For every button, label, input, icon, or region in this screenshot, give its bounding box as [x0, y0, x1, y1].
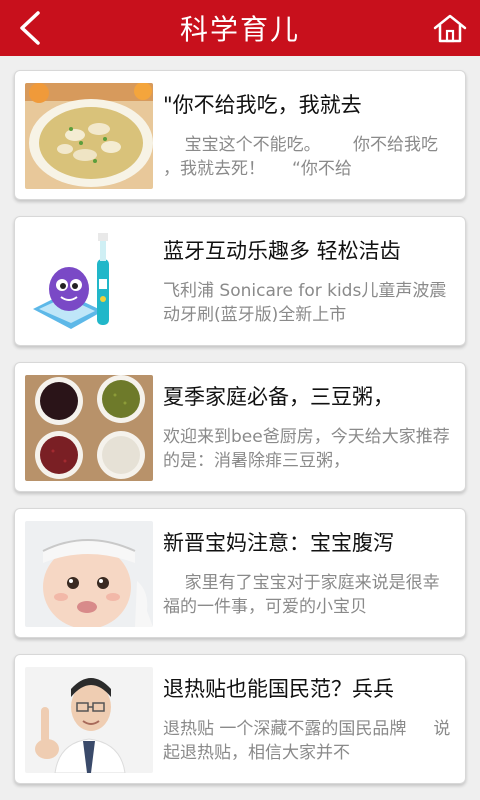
article-summary: 飞利浦 Sonicare for kids儿童声波震动牙刷(蓝牙版)全新上市 — [163, 281, 447, 325]
article-card[interactable]: 蓝牙互动乐趣多 轻松洁齿 飞利浦 Sonicare for kids儿童声波震动… — [14, 216, 466, 346]
article-title: 退热贴也能国民范？兵兵 — [163, 677, 394, 701]
article-summary: 家里有了宝宝对于家庭来说是很幸福的一件事，可爱的小宝贝 — [163, 573, 440, 617]
doctor-image — [25, 667, 153, 773]
article-title: 新晋宝妈注意：宝宝腹泻 — [163, 531, 394, 555]
back-arrow-icon — [20, 11, 40, 45]
article-card[interactable]: 退热贴也能国民范？兵兵 退热贴 一个深藏不露的国民品牌 说起退热贴，相信大家并不 — [14, 654, 466, 784]
page-title: 科学育儿 — [179, 13, 300, 46]
dumpling-soup-image — [25, 83, 153, 189]
article-summary: 宝宝这个不能吃。 你不给我吃 ，我就去死！ “你不给 — [163, 135, 444, 179]
home-button[interactable] — [428, 6, 472, 50]
kids-toothbrush-image — [25, 229, 153, 335]
article-card[interactable]: 夏季家庭必备，三豆粥， 欢迎来到bee爸厨房，今天给大家推荐的是：消暑除痱三豆粥… — [14, 362, 466, 492]
article-card[interactable]: 新晋宝妈注意：宝宝腹泻 家里有了宝宝对于家庭来说是很幸福的一件事，可爱的小宝贝 — [14, 508, 466, 638]
back-button[interactable] — [8, 6, 52, 50]
article-list: "你不给我吃，我就去 宝宝这个不能吃。 你不给我吃 ，我就去死！ “你不给 蓝牙… — [0, 56, 480, 784]
article-summary: 欢迎来到bee爸厨房，今天给大家推荐的是：消暑除痱三豆粥， — [163, 427, 450, 471]
top-bar: 科学育儿 — [0, 0, 480, 56]
article-summary: 退热贴 一个深藏不露的国民品牌 说起退热贴，相信大家并不 — [163, 719, 451, 763]
beans-bowls-image — [25, 375, 153, 481]
baby-portrait-image — [25, 521, 153, 627]
home-icon — [433, 14, 467, 43]
article-title: "你不给我吃，我就去 — [163, 93, 362, 117]
article-title: 夏季家庭必备，三豆粥， — [163, 385, 394, 409]
article-card[interactable]: "你不给我吃，我就去 宝宝这个不能吃。 你不给我吃 ，我就去死！ “你不给 — [14, 70, 466, 200]
article-title: 蓝牙互动乐趣多 轻松洁齿 — [163, 239, 401, 263]
